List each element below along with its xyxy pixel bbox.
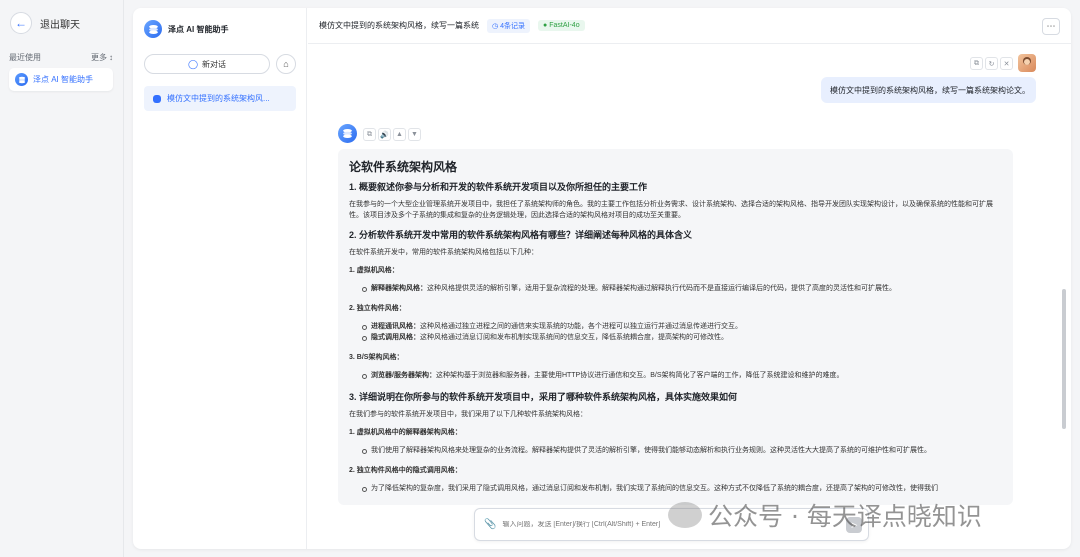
left-nav: ← 退出聊天 最近使用 更多 ↕ 泽点 AI 智能助手 — [0, 0, 124, 557]
numbered-item: 2. 独立构件风格中的隐式调用风格： — [349, 465, 1002, 475]
more-button[interactable]: 更多 ↕ — [91, 52, 113, 63]
new-chat-label: 新对话 — [202, 59, 227, 69]
list-item-text: 这种风格通过独立进程之间的通信来实现系统的功能，各个进程可以独立运行并通过消息传… — [420, 323, 742, 330]
new-chat-icon: ◯ — [187, 58, 199, 69]
bullet-list: 为了降低架构的复杂度，我们采用了隐式调用风格，通过消息订阅和发布机制，我们实现了… — [362, 483, 1002, 494]
copy-icon[interactable]: ⧉ — [363, 128, 376, 141]
list-item-bold: 浏览器/服务器架构： — [371, 372, 436, 379]
section-heading: 1. 概要叙述你参与分析和开发的软件系统开发项目以及你所担任的主要工作 — [349, 182, 648, 192]
send-icon: ➤ — [850, 519, 858, 530]
chevron-updown-icon: ↕ — [109, 53, 113, 62]
bot-message-actions: ⧉ 🔊 ▲ ▼ — [363, 128, 421, 141]
model-icon: ● — [543, 22, 548, 29]
list-item: 隐式调用风格：这种风格通过消息订阅和发布机制实现系统间的信息交互，降低系统耦合度… — [362, 332, 1002, 343]
recent-label: 最近使用 — [9, 53, 41, 62]
bullet-list: 进程通讯风格：这种风格通过独立进程之间的通信来实现系统的功能，各个进程可以独立运… — [362, 321, 1002, 343]
message-input-box: 📎 ➤ — [474, 508, 869, 541]
conversation-topbar: 模仿文中提到的系统架构风格，续写一篇系统 ◷ 4条记录 ● FastAI-4o … — [308, 8, 1071, 44]
list-item-bold: 解释器架构风格： — [371, 285, 427, 292]
records-badge: ◷ 4条记录 — [487, 18, 531, 33]
more-options-button[interactable]: ⋯ — [1042, 18, 1060, 35]
list-item: 解释器架构风格：这种风格提供灵活的解析引擎，适用于复杂流程的处理。解释器架构通过… — [362, 283, 1002, 294]
copy-icon[interactable]: ⧉ — [970, 57, 983, 70]
list-item: 进程通讯风格：这种风格通过独立进程之间的通信来实现系统的功能，各个进程可以独立运… — [362, 321, 1002, 332]
conversation-panel: 模仿文中提到的系统架构风格，续写一篇系统 ◷ 4条记录 ● FastAI-4o … — [308, 8, 1071, 549]
list-item-bold: 隐式调用风格： — [371, 334, 420, 341]
user-message-bubble: 模仿文中提到的系统架构风格，续写一篇系统架构论文。 — [821, 77, 1036, 103]
list-item-text: 这种风格通过消息订阅和发布机制实现系统间的信息交互，降低系统耦合度，提高架构的可… — [420, 334, 728, 341]
answer-title: 论软件系统架构风格 — [349, 160, 458, 174]
exit-chat-button[interactable]: ← 退出聊天 — [10, 12, 80, 34]
exit-chat-label: 退出聊天 — [40, 19, 80, 31]
scrollbar[interactable] — [1062, 289, 1066, 429]
chat-history-label: 模仿文中提到的系统架构风... — [167, 94, 270, 103]
list-item-text: 这种架构基于浏览器和服务器，主要使用HTTP协议进行通信和交互。B/S架构简化了… — [435, 372, 844, 379]
section-heading: 3. 详细说明在你所参与的软件系统开发项目中，采用了哪种软件系统架构风格，具体实… — [349, 392, 738, 402]
paragraph: 在我参与的一个大型企业管理系统开发项目中，我担任了系统架构师的角色。我的主要工作… — [349, 201, 993, 219]
bullet-list: 解释器架构风格：这种风格提供灵活的解析引擎，适用于复杂流程的处理。解释器架构通过… — [362, 283, 1002, 294]
assistant-logo-icon — [15, 73, 28, 86]
recent-app-item[interactable]: 泽点 AI 智能助手 — [9, 68, 113, 91]
more-label: 更多 — [91, 53, 107, 62]
paragraph: 在我们参与的软件系统开发项目中，我们采用了以下几种软件系统架构风格： — [349, 411, 587, 418]
bullet-list: 我们使用了解释器架构风格来处理复杂的业务流程。解释器架构提供了灵活的解析引擎，使… — [362, 445, 1002, 456]
list-item-text: 为了降低架构的复杂度，我们采用了隐式调用风格，通过消息订阅和发布机制，我们实现了… — [371, 485, 938, 492]
numbered-item-label: 2. 独立构件风格中的隐式调用风格： — [349, 467, 462, 474]
assistant-name: 泽点 AI 智能助手 — [168, 24, 229, 34]
regenerate-icon[interactable]: ↻ — [985, 57, 998, 70]
paragraph: 在软件系统开发中，常用的软件系统架构风格包括以下几种： — [349, 249, 538, 256]
user-message-actions: ⧉ ↻ ✕ — [970, 57, 1013, 70]
numbered-item-label: 3. B/S架构风格： — [349, 354, 404, 361]
bullet-list: 浏览器/服务器架构：这种架构基于浏览器和服务器，主要使用HTTP协议进行通信和交… — [362, 370, 1002, 381]
chat-bubble-icon — [153, 94, 161, 103]
send-button[interactable]: ➤ — [846, 517, 862, 533]
list-item-bold: 进程通讯风格： — [371, 323, 420, 330]
user-avatar — [1018, 54, 1036, 72]
assistant-header: 泽点 AI 智能助手 — [144, 20, 228, 38]
numbered-item: 3. B/S架构风格： — [349, 352, 1002, 362]
arrow-left-icon: ← — [10, 12, 32, 34]
model-label: FastAI-4o — [549, 22, 580, 29]
numbered-item: 2. 独立构件风格： — [349, 303, 1002, 313]
records-label: 4条记录 — [500, 22, 526, 30]
thumbs-up-icon[interactable]: ▲ — [393, 128, 406, 141]
thumbs-down-icon[interactable]: ▼ — [408, 128, 421, 141]
chat-history-item[interactable]: 模仿文中提到的系统架构风... — [144, 86, 296, 111]
list-item-text: 我们使用了解释器架构风格来处理复杂的业务流程。解释器架构提供了灵活的解析引擎，使… — [371, 447, 931, 454]
numbered-item-label: 1. 虚拟机风格： — [349, 267, 399, 274]
bot-avatar-icon — [338, 124, 357, 143]
bot-answer: 论软件系统架构风格 1. 概要叙述你参与分析和开发的软件系统开发项目以及你所担任… — [338, 149, 1013, 505]
list-item: 浏览器/服务器架构：这种架构基于浏览器和服务器，主要使用HTTP协议进行通信和交… — [362, 370, 1002, 381]
message-input[interactable] — [502, 521, 843, 528]
paperclip-icon[interactable]: 📎 — [484, 519, 496, 530]
list-item: 我们使用了解释器架构风格来处理复杂的业务流程。解释器架构提供了灵活的解析引擎，使… — [362, 445, 1002, 456]
numbered-item-label: 2. 独立构件风格： — [349, 305, 406, 312]
clock-icon: ◷ — [492, 22, 499, 30]
list-item-text: 这种风格提供灵活的解析引擎，适用于复杂流程的处理。解释器架构通过解释执行代码而不… — [427, 285, 896, 292]
chat-list-panel: 泽点 AI 智能助手 ◯ 新对话 ⌂ 模仿文中提到的系统架构风... — [133, 8, 307, 549]
numbered-item-label: 1. 虚拟机风格中的解释器架构风格： — [349, 429, 462, 436]
speaker-icon[interactable]: 🔊 — [378, 128, 391, 141]
model-badge: ● FastAI-4o — [538, 20, 585, 31]
assistant-logo-icon — [144, 20, 162, 38]
broom-icon: ⌂ — [283, 59, 289, 69]
delete-icon[interactable]: ✕ — [1000, 57, 1013, 70]
section-heading: 2. 分析软件系统开发中常用的软件系统架构风格有哪些？详细阐述每种风格的具体含义 — [349, 230, 693, 240]
main-card: 泽点 AI 智能助手 ◯ 新对话 ⌂ 模仿文中提到的系统架构风... 模仿文中提… — [133, 8, 1071, 549]
numbered-item: 1. 虚拟机风格： — [349, 265, 1002, 275]
clear-history-button[interactable]: ⌂ — [276, 54, 296, 74]
new-chat-button[interactable]: ◯ 新对话 — [144, 54, 270, 74]
conversation-title: 模仿文中提到的系统架构风格，续写一篇系统 — [319, 21, 479, 30]
list-item: 为了降低架构的复杂度，我们采用了隐式调用风格，通过消息订阅和发布机制，我们实现了… — [362, 483, 1002, 494]
recent-app-label: 泽点 AI 智能助手 — [33, 75, 94, 84]
ellipsis-icon: ⋯ — [1046, 21, 1056, 31]
numbered-item: 1. 虚拟机风格中的解释器架构风格： — [349, 427, 1002, 437]
recent-section-header: 最近使用 更多 ↕ — [9, 52, 113, 63]
